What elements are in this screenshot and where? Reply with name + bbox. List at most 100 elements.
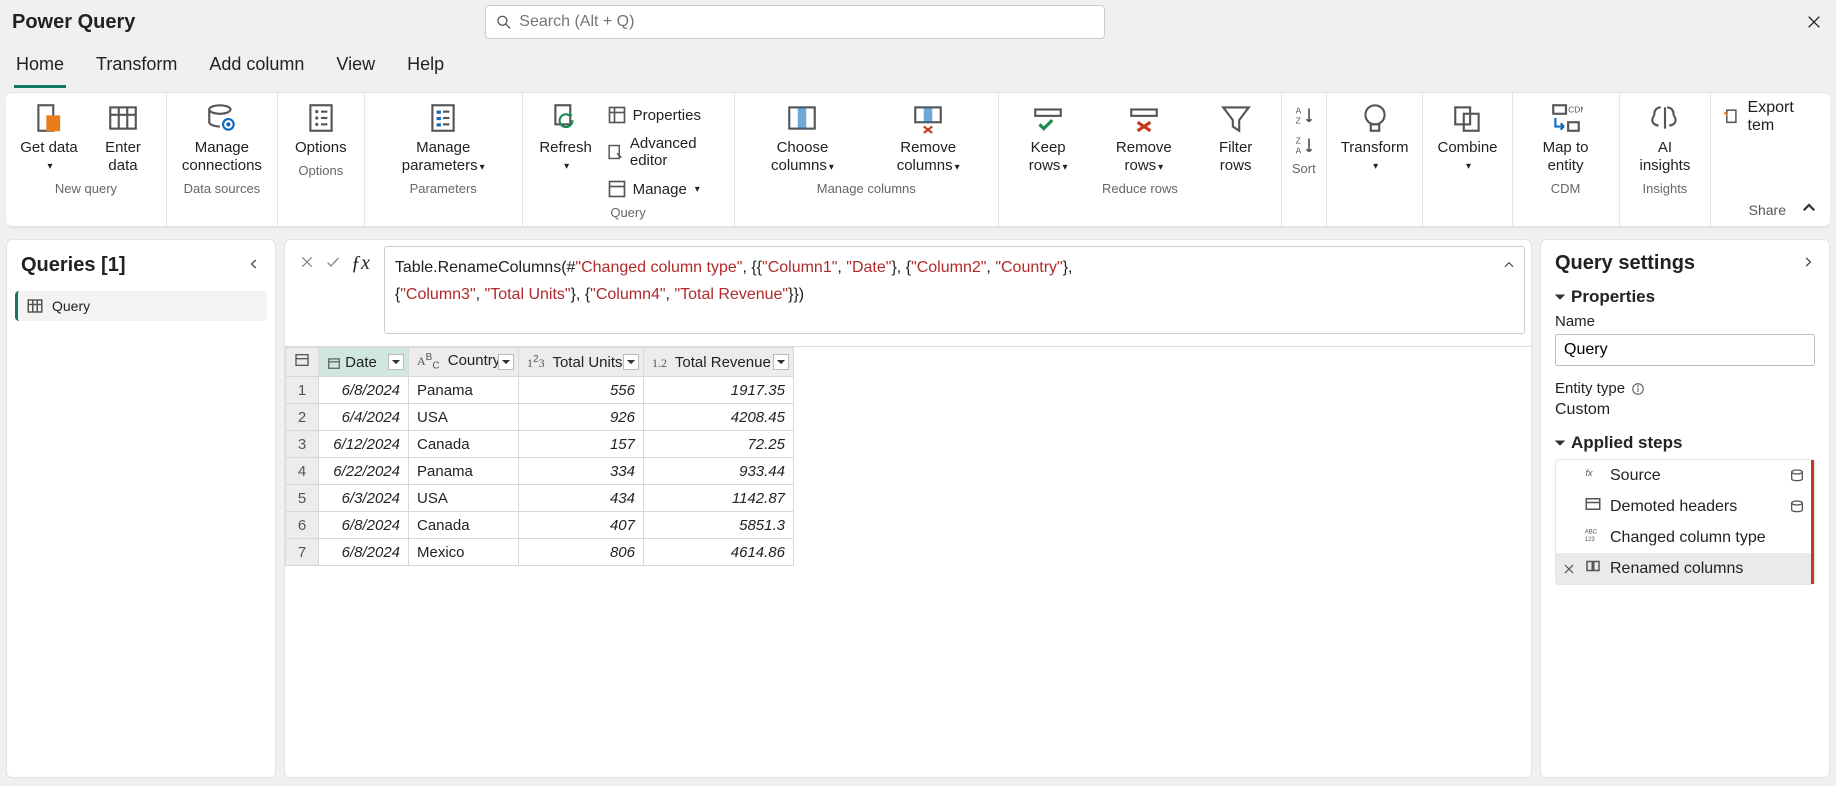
cell-date[interactable]: 6/3/2024 xyxy=(319,485,409,512)
query-item[interactable]: Query xyxy=(15,291,267,321)
table-row[interactable]: 56/3/2024USA4341142.87 xyxy=(286,485,794,512)
column-header-total-units[interactable]: 123 Total Units xyxy=(519,348,644,377)
group-label-cdm: CDM xyxy=(1551,181,1581,200)
formula-bar[interactable]: Table.RenameColumns(#"Changed column typ… xyxy=(384,246,1525,334)
data-grid[interactable]: Date ABC Country 123 Total Units xyxy=(285,347,794,566)
filter-rows-button[interactable]: Filter rows xyxy=(1200,99,1270,177)
get-data-button[interactable]: Get data▾ xyxy=(16,99,82,177)
collapse-queries-button[interactable] xyxy=(247,254,261,277)
sort-asc-button[interactable]: AZ xyxy=(1294,103,1314,127)
cell-revenue[interactable]: 4208.45 xyxy=(644,404,794,431)
column-header-country[interactable]: ABC Country xyxy=(409,348,519,377)
options-button[interactable]: Options xyxy=(288,99,354,159)
cell-revenue[interactable]: 72.25 xyxy=(644,431,794,458)
cell-country[interactable]: Mexico xyxy=(409,539,519,566)
keep-rows-button[interactable]: Keep rows▾ xyxy=(1009,99,1087,177)
applied-steps-section-header[interactable]: Applied steps xyxy=(1555,433,1815,453)
cell-date[interactable]: 6/8/2024 xyxy=(319,377,409,404)
cell-revenue[interactable]: 1142.87 xyxy=(644,485,794,512)
applied-step[interactable]: Demoted headers xyxy=(1556,491,1814,522)
tab-home[interactable]: Home xyxy=(14,48,66,88)
step-settings-icon[interactable] xyxy=(1789,499,1805,515)
query-name-input[interactable] xyxy=(1555,334,1815,366)
manage-parameters-button[interactable]: Manage parameters▾ xyxy=(375,99,512,177)
column-filter-button[interactable] xyxy=(498,354,514,370)
cell-country[interactable]: Canada xyxy=(409,512,519,539)
table-row[interactable]: 66/8/2024Canada4075851.3 xyxy=(286,512,794,539)
cancel-formula-button[interactable] xyxy=(299,254,315,273)
table-row[interactable]: 26/4/2024USA9264208.45 xyxy=(286,404,794,431)
cell-revenue[interactable]: 4614.86 xyxy=(644,539,794,566)
cell-revenue[interactable]: 1917.35 xyxy=(644,377,794,404)
export-icon xyxy=(1723,107,1741,127)
applied-step[interactable]: Renamed columns xyxy=(1556,553,1814,584)
cell-country[interactable]: Panama xyxy=(409,377,519,404)
cell-units[interactable]: 157 xyxy=(519,431,644,458)
cell-units[interactable]: 806 xyxy=(519,539,644,566)
collapse-settings-button[interactable] xyxy=(1801,252,1815,275)
manage-connections-button[interactable]: Manage connections xyxy=(177,99,267,177)
cell-revenue[interactable]: 5851.3 xyxy=(644,512,794,539)
cell-country[interactable]: Canada xyxy=(409,431,519,458)
close-button[interactable] xyxy=(1804,12,1824,32)
commit-formula-button[interactable] xyxy=(325,254,341,273)
search-box[interactable] xyxy=(485,5,1105,39)
properties-section-header[interactable]: Properties xyxy=(1555,287,1815,307)
table-row[interactable]: 46/22/2024Panama334933.44 xyxy=(286,458,794,485)
row-select-all[interactable] xyxy=(286,348,319,377)
map-to-entity-button[interactable]: CDM Map to entity xyxy=(1523,99,1609,177)
transform-button[interactable]: Transform▾ xyxy=(1337,99,1413,175)
tab-add-column[interactable]: Add column xyxy=(207,48,306,88)
cell-date[interactable]: 6/12/2024 xyxy=(319,431,409,458)
cell-revenue[interactable]: 933.44 xyxy=(644,458,794,485)
cell-units[interactable]: 434 xyxy=(519,485,644,512)
applied-step[interactable]: ABC123Changed column type xyxy=(1556,522,1814,553)
ai-insights-button[interactable]: AI insights xyxy=(1630,99,1701,177)
sort-desc-button[interactable]: ZA xyxy=(1294,133,1314,157)
remove-columns-button[interactable]: Remove columns▾ xyxy=(868,99,988,177)
cell-country[interactable]: USA xyxy=(409,404,519,431)
enter-data-button[interactable]: Enter data xyxy=(90,99,156,177)
combine-button[interactable]: Combine▾ xyxy=(1433,99,1501,175)
cell-units[interactable]: 334 xyxy=(519,458,644,485)
cell-date[interactable]: 6/4/2024 xyxy=(319,404,409,431)
refresh-button[interactable]: Refresh▾ xyxy=(533,99,599,201)
remove-rows-button[interactable]: Remove rows▾ xyxy=(1095,99,1192,177)
search-icon xyxy=(496,14,511,30)
export-template-button[interactable]: Export tem xyxy=(1723,99,1818,135)
cell-units[interactable]: 556 xyxy=(519,377,644,404)
manage-button[interactable]: Manage▾ xyxy=(607,177,700,201)
tab-help[interactable]: Help xyxy=(405,48,446,88)
properties-icon xyxy=(607,105,627,125)
table-row[interactable]: 16/8/2024Panama5561917.35 xyxy=(286,377,794,404)
table-row[interactable]: 36/12/2024Canada15772.25 xyxy=(286,431,794,458)
column-header-date[interactable]: Date xyxy=(319,348,409,377)
applied-step[interactable]: fxSource xyxy=(1556,460,1814,491)
cell-date[interactable]: 6/22/2024 xyxy=(319,458,409,485)
sort-asc-icon: AZ xyxy=(1294,105,1314,125)
table-row[interactable]: 76/8/2024Mexico8064614.86 xyxy=(286,539,794,566)
cell-country[interactable]: Panama xyxy=(409,458,519,485)
cell-date[interactable]: 6/8/2024 xyxy=(319,539,409,566)
advanced-editor-button[interactable]: Advanced editor xyxy=(607,133,724,171)
formula-collapse-button[interactable] xyxy=(1502,255,1516,281)
step-settings-icon[interactable] xyxy=(1789,468,1805,484)
properties-button[interactable]: Properties xyxy=(607,103,701,127)
column-header-total-revenue[interactable]: 1.2 Total Revenue xyxy=(644,348,794,377)
delete-step-icon[interactable] xyxy=(1562,562,1576,576)
column-filter-button[interactable] xyxy=(773,354,789,370)
svg-text:ABC: ABC xyxy=(1585,530,1598,536)
info-icon[interactable] xyxy=(1631,382,1645,396)
tab-view[interactable]: View xyxy=(334,48,377,88)
cell-units[interactable]: 926 xyxy=(519,404,644,431)
column-filter-button[interactable] xyxy=(388,354,404,370)
choose-columns-button[interactable]: Choose columns▾ xyxy=(745,99,861,177)
collapse-ribbon-button[interactable] xyxy=(1800,199,1818,220)
tab-transform[interactable]: Transform xyxy=(94,48,179,88)
column-filter-button[interactable] xyxy=(623,354,639,370)
cell-country[interactable]: USA xyxy=(409,485,519,512)
chevron-up-icon xyxy=(1800,199,1818,217)
cell-units[interactable]: 407 xyxy=(519,512,644,539)
cell-date[interactable]: 6/8/2024 xyxy=(319,512,409,539)
search-input[interactable] xyxy=(519,13,1094,31)
